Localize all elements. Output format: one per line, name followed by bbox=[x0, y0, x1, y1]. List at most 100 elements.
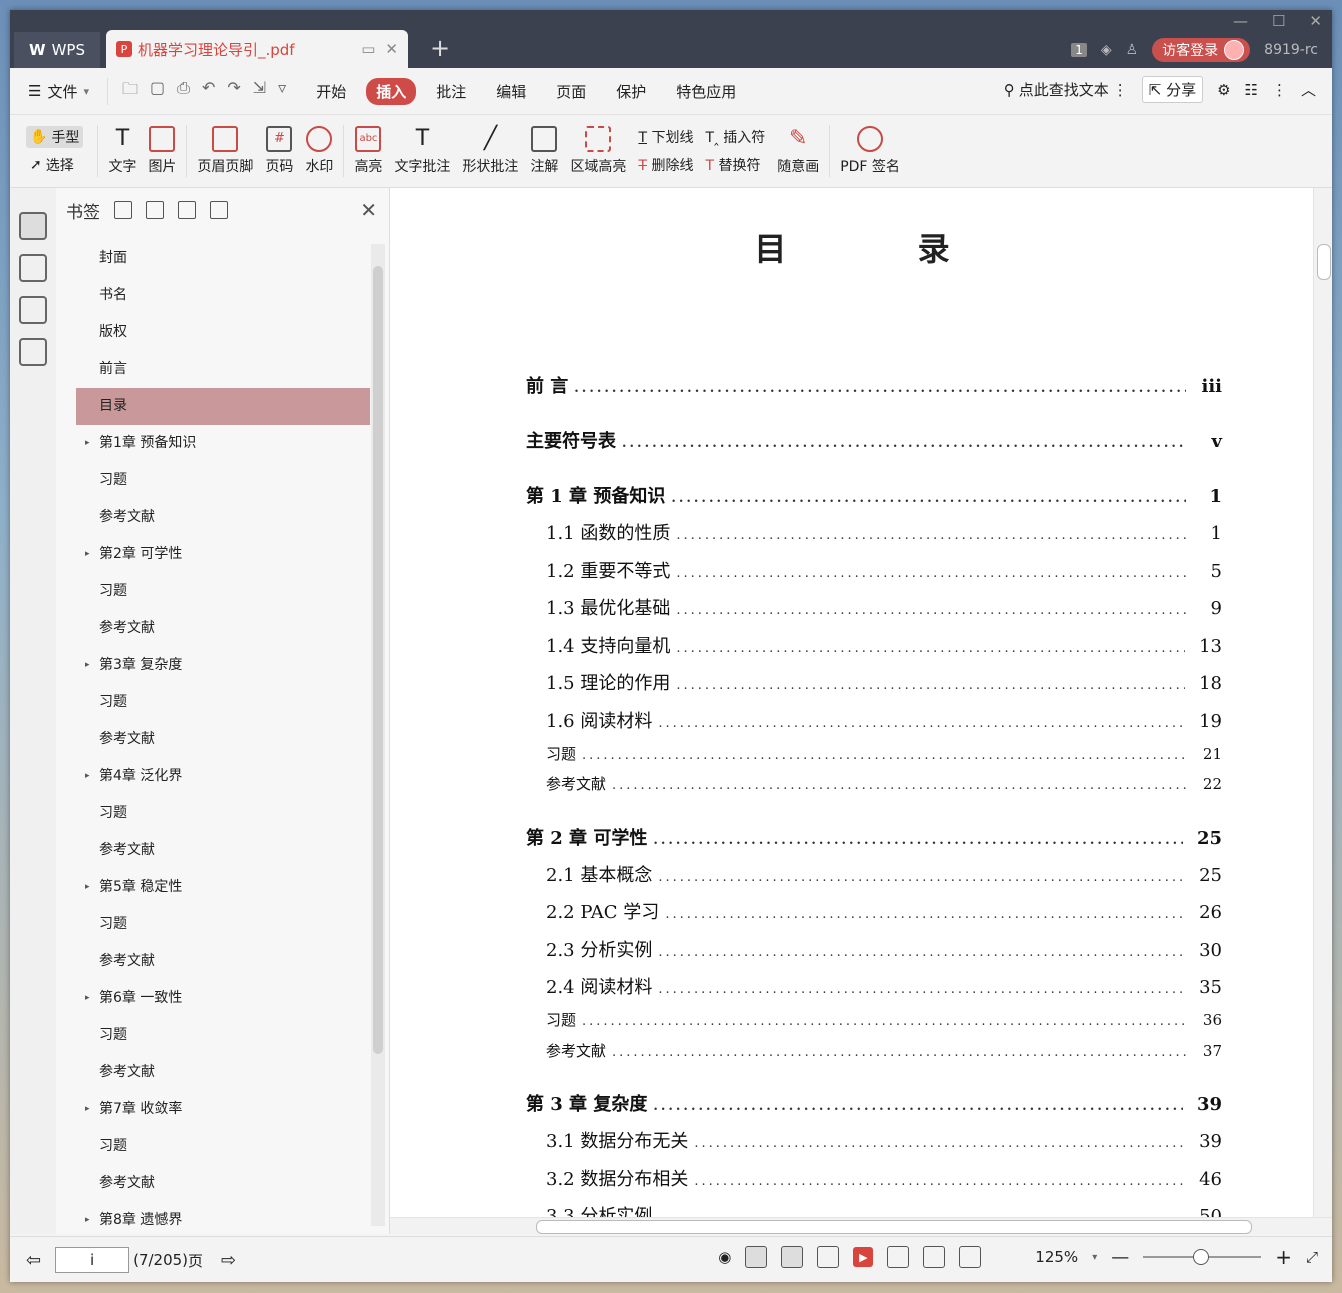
next-page-icon[interactable]: ⇨ bbox=[221, 1250, 236, 1271]
bookmark-item[interactable]: 参考文献 bbox=[76, 1165, 370, 1202]
zoom-slider-knob[interactable] bbox=[1193, 1249, 1210, 1265]
document-tab[interactable]: P 机器学习理论导引_.pdf ▭ ✕ bbox=[106, 30, 408, 68]
collapse-ribbon-icon[interactable]: ︿ bbox=[1301, 79, 1316, 100]
minimize-icon[interactable]: — bbox=[1233, 12, 1248, 30]
bookmark-item[interactable]: 习题 bbox=[76, 1017, 370, 1054]
prev-page-icon[interactable]: ⇦ bbox=[26, 1250, 41, 1271]
insert-image-button[interactable]: 图片 bbox=[142, 126, 182, 176]
bookmark-options-icon[interactable] bbox=[210, 201, 228, 219]
expand-caret-icon[interactable]: ▸ bbox=[85, 869, 90, 906]
bookmark-item[interactable]: 参考文献 bbox=[76, 832, 370, 869]
bookmark-item[interactable]: ▸ 第1章 预备知识 bbox=[76, 425, 370, 462]
open-icon[interactable]: 🗀 bbox=[122, 78, 138, 105]
bookmark-item[interactable]: 习题 bbox=[76, 795, 370, 832]
strikethrough-button[interactable]: T 删除线 bbox=[638, 155, 693, 175]
highlight-button[interactable]: abc 高亮 bbox=[348, 126, 388, 176]
bookmark-item[interactable]: 参考文献 bbox=[76, 1054, 370, 1091]
zoom-level[interactable]: 125% bbox=[1035, 1248, 1078, 1266]
close-panel-icon[interactable]: ✕ bbox=[360, 198, 377, 222]
toc-row[interactable]: 1.4 支持向量机 13 bbox=[526, 632, 1222, 658]
select-tool[interactable]: ➚ 选择 bbox=[26, 154, 83, 176]
bookmark-item[interactable]: 目录 bbox=[76, 388, 370, 425]
bookmark-item[interactable]: 封面 bbox=[76, 240, 370, 277]
print-icon[interactable]: ⎙ bbox=[177, 78, 190, 105]
toc-row[interactable]: 1.1 函数的性质 1 bbox=[526, 519, 1222, 545]
underline-button[interactable]: T 下划线 bbox=[638, 127, 693, 147]
bookmark-item[interactable]: ▸ 第4章 泛化界 bbox=[76, 758, 370, 795]
bookmark-item[interactable]: ▸ 第5章 稳定性 bbox=[76, 869, 370, 906]
single-page-icon[interactable] bbox=[781, 1246, 804, 1268]
undo-icon[interactable]: ↶ bbox=[202, 78, 215, 105]
skin-icon[interactable]: ◈ bbox=[1101, 42, 1112, 58]
bookmark-item[interactable]: 书名 bbox=[76, 277, 370, 314]
file-menu[interactable]: ☰ 文件 ▾ bbox=[10, 81, 101, 102]
expand-caret-icon[interactable]: ▸ bbox=[85, 425, 90, 462]
toc-row[interactable]: 2.3 分析实例 30 bbox=[526, 936, 1222, 962]
hand-tool[interactable]: ✋ 手型 bbox=[26, 126, 84, 148]
toc-row[interactable]: 3.2 数据分布相关 46 bbox=[526, 1165, 1222, 1191]
shirt-icon[interactable]: ♙ bbox=[1126, 42, 1139, 58]
close-tab-icon[interactable]: ✕ bbox=[385, 40, 398, 58]
bookmark-item[interactable]: 习题 bbox=[76, 462, 370, 499]
note-button[interactable]: 注解 bbox=[524, 126, 564, 176]
toc-row[interactable]: 1.2 重要不等式 5 bbox=[526, 557, 1222, 583]
bookmark-item[interactable]: 参考文献 bbox=[76, 721, 370, 758]
text-annotation-button[interactable]: T 文字批注 bbox=[388, 126, 456, 176]
toc-row[interactable]: 1.6 阅读材料 19 bbox=[526, 707, 1222, 733]
bookmark-item[interactable]: ▸ 第7章 收敛率 bbox=[76, 1091, 370, 1128]
tab-special[interactable]: 特色应用 bbox=[666, 78, 746, 105]
tab-page[interactable]: 页面 bbox=[546, 78, 596, 105]
zoom-in-icon[interactable]: + bbox=[1275, 1245, 1292, 1269]
page-number-button[interactable]: # 页码 bbox=[259, 126, 299, 176]
fit-page-icon[interactable] bbox=[923, 1246, 946, 1268]
expand-caret-icon[interactable]: ▸ bbox=[85, 647, 90, 684]
guest-login-button[interactable]: 访客登录 bbox=[1152, 38, 1251, 62]
zoom-out-icon[interactable]: — bbox=[1111, 1247, 1129, 1268]
export-icon[interactable]: ⇲ bbox=[253, 78, 266, 105]
bookmark-scrollbar[interactable] bbox=[371, 244, 385, 1226]
redo-icon[interactable]: ↷ bbox=[227, 78, 240, 105]
vertical-scroll-thumb[interactable] bbox=[1317, 244, 1331, 280]
pdf-sign-button[interactable]: PDF 签名 bbox=[834, 126, 906, 176]
toc-row[interactable]: 第 2 章 可学性 25 bbox=[526, 824, 1222, 850]
toc-row[interactable]: 第 1 章 预备知识 1 bbox=[526, 482, 1222, 508]
freehand-button[interactable]: ✎ 随意画 bbox=[771, 126, 825, 176]
new-tab-button[interactable]: + bbox=[430, 36, 450, 60]
add-bookmark-icon[interactable] bbox=[178, 201, 196, 219]
close-window-icon[interactable]: ✕ bbox=[1309, 12, 1322, 30]
tab-insert[interactable]: 插入 bbox=[366, 77, 417, 105]
actual-size-icon[interactable] bbox=[887, 1246, 910, 1268]
eye-protection-icon[interactable]: ◉ bbox=[718, 1248, 731, 1266]
watermark-button[interactable]: 水印 bbox=[299, 126, 339, 176]
annotation-panel-icon[interactable] bbox=[19, 296, 47, 324]
fit-width-icon[interactable] bbox=[959, 1246, 982, 1268]
zoom-slider[interactable] bbox=[1143, 1249, 1262, 1265]
toc-row[interactable]: 3.3 分析实例50 bbox=[526, 1202, 1222, 1218]
bookmark-item[interactable]: 习题 bbox=[76, 906, 370, 943]
bookmark-item[interactable]: 前言 bbox=[76, 351, 370, 388]
bookmark-item[interactable]: 参考文献 bbox=[76, 610, 370, 647]
expand-caret-icon[interactable]: ▸ bbox=[85, 980, 90, 1017]
tab-comment[interactable]: 批注 bbox=[426, 78, 476, 105]
search-box[interactable]: ⚲ 点此查找文本 ⋮ bbox=[1004, 79, 1128, 100]
bookmark-panel-icon[interactable] bbox=[19, 212, 47, 240]
bookmark-item[interactable]: 参考文献 bbox=[76, 943, 370, 980]
area-highlight-button[interactable]: 区域高亮 bbox=[564, 126, 632, 176]
bookmark-scroll-thumb[interactable] bbox=[373, 266, 383, 1054]
vertical-scrollbar[interactable] bbox=[1313, 188, 1332, 1218]
toc-row[interactable]: 2.1 基本概念 25 bbox=[526, 861, 1222, 887]
bookmark-item[interactable]: ▸ 第6章 一致性 bbox=[76, 980, 370, 1017]
tab-edit[interactable]: 编辑 bbox=[486, 78, 536, 105]
bookmark-item[interactable]: 习题 bbox=[76, 684, 370, 721]
bookmark-item[interactable]: 版权 bbox=[76, 314, 370, 351]
expand-caret-icon[interactable]: ▸ bbox=[85, 758, 90, 795]
horizontal-scroll-thumb[interactable] bbox=[536, 1220, 1252, 1234]
fullscreen-icon[interactable]: ⤢ bbox=[1306, 1248, 1318, 1266]
toc-row[interactable]: 参考文献 37 bbox=[526, 1040, 1222, 1061]
bookmark-item[interactable]: 参考文献 bbox=[76, 499, 370, 536]
thumbnail-panel-icon[interactable] bbox=[19, 254, 47, 282]
two-page-icon[interactable] bbox=[817, 1246, 840, 1268]
signature-panel-icon[interactable] bbox=[19, 338, 47, 366]
monitor-icon[interactable]: ▭ bbox=[361, 40, 375, 58]
toc-row[interactable]: 1.3 最优化基础 9 bbox=[526, 594, 1222, 620]
